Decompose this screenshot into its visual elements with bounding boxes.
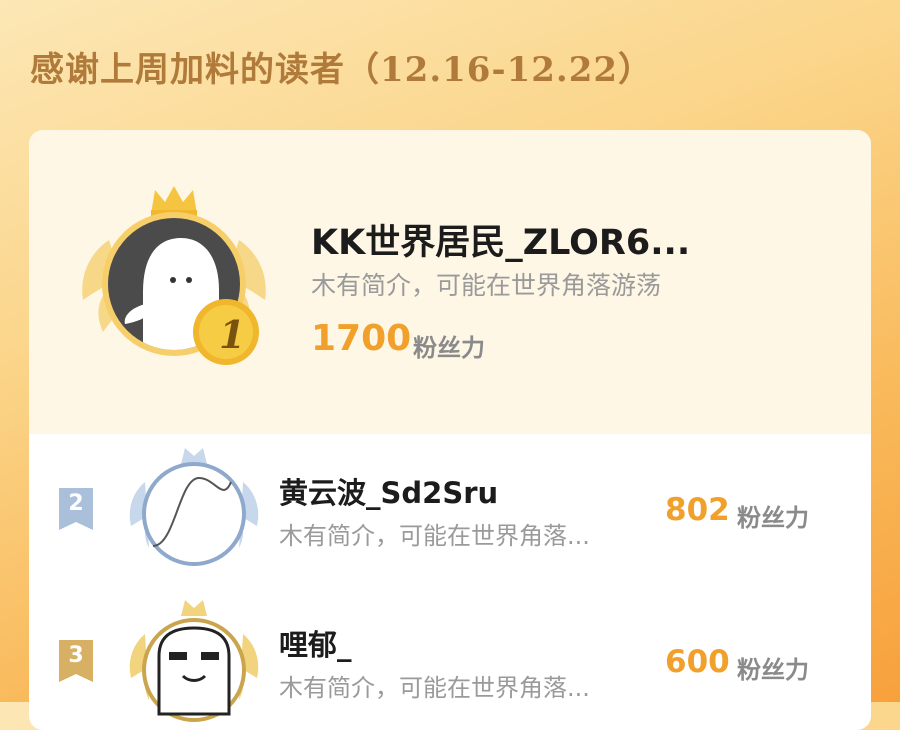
reader-avatar[interactable] xyxy=(119,442,269,576)
fans-label: 粉丝力 xyxy=(737,504,809,532)
top-reader-avatar[interactable]: 1 xyxy=(69,182,279,372)
rank-number: 3 xyxy=(68,643,84,668)
ghost-avatar-icon: 1 xyxy=(82,186,266,365)
sine-wave-avatar-icon xyxy=(129,448,259,566)
reader-bio: 木有简介，可能在世界角落... xyxy=(279,674,590,702)
svg-text:1: 1 xyxy=(219,312,245,357)
silver-ribbon-icon: 2 xyxy=(59,488,93,534)
reader-name[interactable]: KK世界居民_ZLOR6... xyxy=(311,214,690,265)
reader-bio: 木有简介，可能在世界角落... xyxy=(279,522,590,550)
reader-name[interactable]: 哩郁_ xyxy=(279,622,352,664)
reader-name[interactable]: 黄云波_Sd2Sru xyxy=(279,470,498,512)
bronze-ribbon-icon: 3 xyxy=(59,640,93,686)
fans-label: 粉丝力 xyxy=(413,334,485,362)
fans-count: 802 xyxy=(665,492,730,528)
fans-label: 粉丝力 xyxy=(737,656,809,684)
reader-bio: 木有简介，可能在世界角落游荡 xyxy=(311,271,662,300)
top-reader-panel[interactable]: 1 KK世界居民_ZLOR6... 木有简介，可能在世界角落游荡 1700 粉丝… xyxy=(29,130,871,434)
list-item[interactable]: 2 黄云波_Sd2Sru 木有简介，可能在世界角落... 802 粉丝力 xyxy=(29,434,871,594)
smug-face-avatar-icon xyxy=(129,600,259,722)
reader-avatar[interactable] xyxy=(119,594,269,730)
page-title: 感谢上周加料的读者（12.16-12.22） xyxy=(30,50,654,90)
fans-count: 1700 xyxy=(311,318,412,359)
rank-number: 2 xyxy=(68,491,84,516)
fans-count: 600 xyxy=(665,644,730,680)
ranking-card: 1 KK世界居民_ZLOR6... 木有简介，可能在世界角落游荡 1700 粉丝… xyxy=(29,130,871,730)
list-item[interactable]: 3 哩郁_ 木有简介，可能在世界角落... 600 粉丝力 xyxy=(29,590,871,730)
